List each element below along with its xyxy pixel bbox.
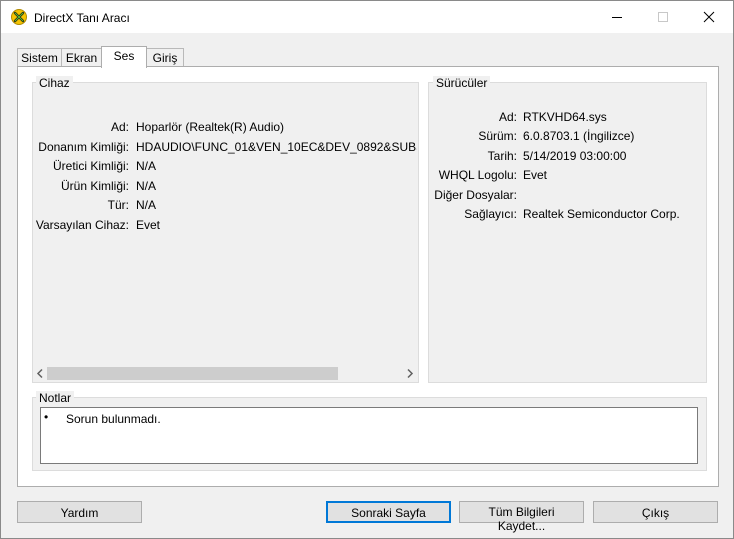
product-id-label: Ürün Kimliği: <box>60 179 129 193</box>
drivers-group-title: Sürücüler <box>433 76 491 90</box>
driver-version-label: Sürüm: <box>478 129 517 143</box>
notes-text-area[interactable]: • Sorun bulunmadı. <box>40 407 698 464</box>
provider-value: Realtek Semiconductor Corp. <box>523 207 680 221</box>
device-name-value: Hoparlör (Realtek(R) Audio) <box>136 120 285 134</box>
product-id-value: N/A <box>136 179 157 193</box>
driver-name-label: Ad: <box>498 110 517 124</box>
driver-version-value: 6.0.8703.1 (İngilizce) <box>523 129 635 143</box>
default-device-label: Varsayılan Cihaz: <box>35 218 129 232</box>
device-name-label: Ad: <box>110 120 129 134</box>
tab-ekran[interactable]: Ekran <box>61 48 102 67</box>
manufacturer-id-value: N/A <box>136 159 157 173</box>
whql-logo-value: Evet <box>523 168 548 182</box>
close-button[interactable] <box>686 1 732 33</box>
title-bar[interactable]: DirectX Tanı Aracı <box>1 1 733 33</box>
type-value: N/A <box>136 198 157 212</box>
scrollbar-thumb[interactable] <box>47 367 338 380</box>
drivers-group <box>428 82 707 383</box>
minimize-icon <box>612 17 622 18</box>
manufacturer-id-label: Üretici Kimliği: <box>52 159 129 173</box>
hardware-id-value: HDAUDIO\FUNC_01&VEN_10EC&DEV_0892&SUBSYS… <box>136 140 417 154</box>
device-horizontal-scrollbar[interactable] <box>33 365 417 382</box>
directx-logo-icon <box>11 9 27 25</box>
driver-date-label: Tarih: <box>487 149 517 163</box>
next-page-button[interactable]: Sonraki Sayfa <box>326 501 451 523</box>
help-button[interactable]: Yardım <box>17 501 142 523</box>
tab-ses[interactable]: Ses <box>101 46 147 68</box>
scroll-left-arrow-icon[interactable] <box>33 365 47 382</box>
notes-group-title: Notlar <box>36 391 75 405</box>
other-files-label: Diğer Dosyalar: <box>434 188 517 202</box>
note-text: Sorun bulunmadı. <box>66 412 161 426</box>
close-icon <box>703 11 715 23</box>
tab-giris[interactable]: Giriş <box>146 48 184 67</box>
type-label: Tür: <box>107 198 129 212</box>
window-title: DirectX Tanı Aracı <box>34 11 130 25</box>
tab-sistem[interactable]: Sistem <box>17 48 62 67</box>
dxdiag-window: DirectX Tanı Aracı Sistem Ekran Ses Giri… <box>0 0 734 539</box>
provider-label: Sağlayıcı: <box>464 207 517 221</box>
minimize-button[interactable] <box>594 1 640 33</box>
note-bullet: • <box>44 410 49 424</box>
maximize-button[interactable] <box>640 1 686 33</box>
device-info-area: Ad: Hoparlör (Realtek(R) Audio) Donanım … <box>33 111 417 363</box>
driver-date-value: 5/14/2019 03:00:00 <box>523 149 627 163</box>
exit-button[interactable]: Çıkış <box>593 501 718 523</box>
save-all-info-button[interactable]: Tüm Bilgileri Kaydet... <box>459 501 584 533</box>
default-device-value: Evet <box>136 218 161 232</box>
scroll-right-arrow-icon[interactable] <box>403 365 417 382</box>
driver-name-value: RTKVHD64.sys <box>523 110 607 124</box>
maximize-icon <box>658 12 668 22</box>
hardware-id-label: Donanım Kimliği: <box>38 140 129 154</box>
device-group-title: Cihaz <box>36 76 73 90</box>
whql-logo-label: WHQL Logolu: <box>438 168 517 182</box>
